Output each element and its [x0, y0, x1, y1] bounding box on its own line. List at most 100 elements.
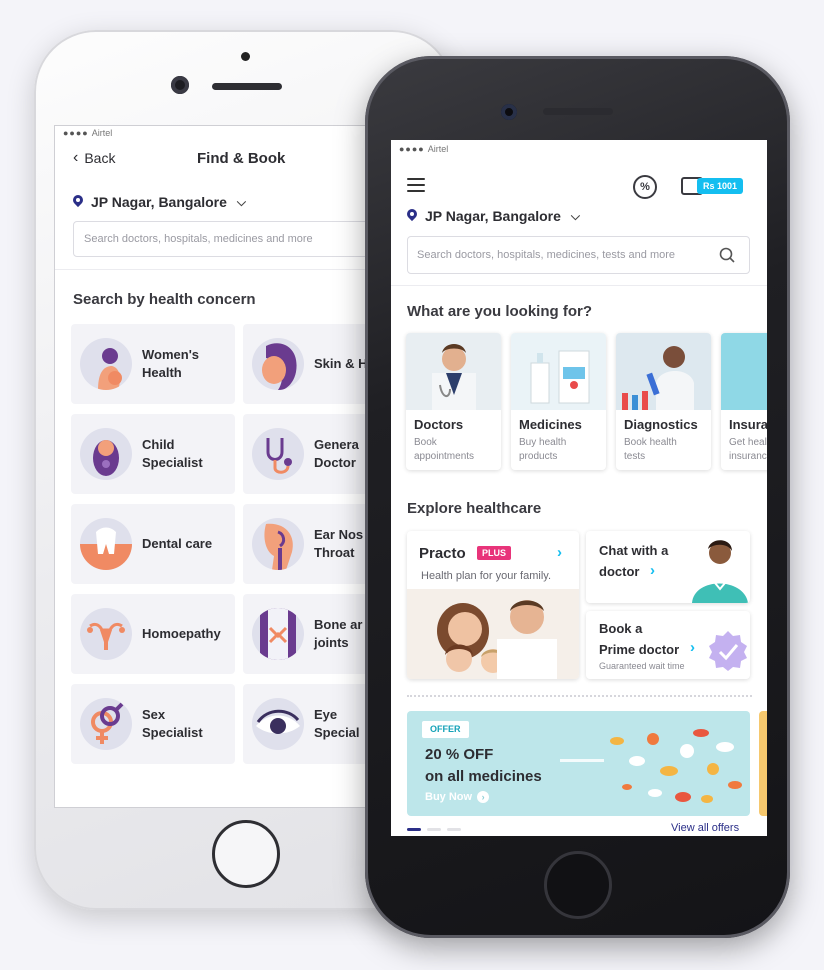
front-phone-screen: ●●●● Airtel % Rs 1001 JP Nagar, Bangalor…: [391, 140, 767, 836]
back-button[interactable]: ‹ Back: [73, 149, 115, 167]
chat-line2: doctor: [599, 564, 640, 579]
front-phone: ●●●● Airtel % Rs 1001 JP Nagar, Bangalor…: [365, 56, 790, 938]
chevron-right-icon: ›: [557, 544, 562, 561]
category-name: Diagnostics: [624, 417, 698, 432]
medicine-photo: [511, 333, 606, 410]
offer-headline: 20 % OFF: [425, 746, 494, 763]
stethoscope-icon: [252, 428, 304, 480]
concern-tile[interactable]: Homoepathy: [71, 594, 235, 674]
carousel-pager[interactable]: [407, 828, 461, 831]
concern-tile[interactable]: Child Specialist: [71, 414, 235, 494]
pager-dot-active[interactable]: [407, 828, 421, 831]
chevron-down-icon: ⌵: [236, 194, 247, 209]
bone-joint-icon: [252, 608, 304, 660]
diagnostics-photo: [616, 333, 711, 410]
buy-now-link[interactable]: Buy Now ›: [425, 791, 490, 803]
concern-label: Homoepathy: [142, 626, 221, 641]
skin-face-icon: [252, 338, 304, 390]
category-sub: Buy health products: [519, 437, 567, 462]
signal-dots: ●●●●: [63, 128, 89, 138]
pager-dot[interactable]: [447, 828, 461, 831]
search-placeholder: Search doctors, hospitals, medicines, te…: [417, 249, 676, 261]
concern-tile[interactable]: Women's Health: [71, 324, 235, 404]
location-label: JP Nagar, Bangalore: [91, 194, 227, 210]
concern-label: Genera Doctor: [314, 437, 359, 470]
location-label: JP Nagar, Bangalore: [425, 208, 561, 224]
concern-label: Skin & H: [314, 356, 368, 371]
looking-title: What are you looking for?: [407, 303, 593, 320]
decorative-bar: [560, 759, 604, 762]
gender-symbol-icon: [80, 698, 132, 750]
wallet-balance-badge[interactable]: Rs 1001: [697, 178, 744, 194]
category-card-medicines[interactable]: Medicines Buy health products: [511, 333, 606, 470]
home-button[interactable]: [544, 851, 612, 919]
tooth-icon: [80, 518, 132, 570]
concern-label: Women's Health: [142, 347, 200, 380]
category-sub: Get heal insuranc: [729, 437, 767, 462]
prime-subtext: Guaranteed wait time: [599, 661, 685, 671]
hamburger-menu-icon[interactable]: [407, 178, 425, 192]
concern-label: Dental care: [142, 536, 213, 551]
offer-subheadline: on all medicines: [425, 768, 542, 785]
earpiece-speaker: [543, 108, 613, 115]
search-input[interactable]: Search doctors, hospitals, medicines and…: [73, 221, 383, 257]
front-camera: [171, 76, 189, 94]
location-selector[interactable]: JP Nagar, Bangalore ⌵: [73, 194, 246, 210]
family-photo: [407, 589, 579, 679]
status-bar: ●●●● Airtel: [391, 140, 767, 157]
offer-banner[interactable]: OFFER 20 % OFF on all medicines Buy Now …: [407, 711, 750, 816]
practo-plus-card[interactable]: Practo PLUS › Health plan for your famil…: [407, 531, 579, 679]
arrow-right-icon: ›: [477, 791, 490, 803]
prime-doctor-card[interactable]: Book a Prime doctor › Guaranteed wait ti…: [586, 611, 750, 679]
buy-now-label: Buy Now: [425, 791, 473, 803]
next-offer-peek[interactable]: [759, 711, 767, 816]
pills-image: [610, 729, 742, 803]
practo-name: Practo: [419, 545, 466, 562]
prime-line1: Book a: [599, 621, 643, 636]
chevron-right-icon: ›: [690, 639, 695, 656]
location-selector[interactable]: JP Nagar, Bangalore ⌵: [407, 208, 580, 224]
chat-with-doctor-card[interactable]: Chat with a doctor ›: [586, 531, 750, 603]
doctor-avatar-image: [692, 540, 748, 603]
verified-badge-icon: [709, 631, 747, 671]
category-name: Doctors: [414, 417, 464, 432]
category-carousel[interactable]: Doctors Book appointments Medicines Buy …: [406, 333, 767, 470]
concern-label: Bone ar joints: [314, 617, 363, 650]
concern-tile[interactable]: Dental care: [71, 504, 235, 584]
page-title: Find & Book: [197, 150, 286, 167]
location-pin-icon: [407, 209, 417, 223]
uterus-icon: [80, 608, 132, 660]
home-button[interactable]: [212, 820, 280, 888]
front-camera: [501, 104, 517, 120]
category-card-diagnostics[interactable]: Diagnostics Book health tests: [616, 333, 711, 470]
search-input[interactable]: Search doctors, hospitals, medicines, te…: [407, 236, 750, 274]
carrier-label: Airtel: [91, 128, 113, 138]
chevron-right-icon: ›: [650, 562, 655, 579]
location-pin-icon: [73, 195, 83, 209]
eye-icon: [252, 698, 304, 750]
back-label: Back: [84, 150, 116, 166]
divider: [391, 285, 767, 286]
dotted-divider: [407, 695, 752, 697]
explore-title: Explore healthcare: [407, 500, 542, 517]
earpiece-speaker: [212, 83, 282, 90]
category-sub: Book appointments: [414, 437, 475, 462]
offers-percent-icon[interactable]: %: [633, 175, 657, 199]
concern-tile[interactable]: Sex Specialist: [71, 684, 235, 764]
category-name: Medicines: [519, 417, 582, 432]
pregnant-woman-icon: [80, 338, 132, 390]
category-card-doctors[interactable]: Doctors Book appointments: [406, 333, 501, 470]
doctor-photo: [406, 333, 501, 410]
ear-nose-throat-icon: [252, 518, 304, 570]
sensor-dot: [241, 52, 250, 61]
signal-dots: ●●●●: [399, 143, 425, 154]
section-title: Search by health concern: [73, 291, 256, 308]
practo-tagline: Health plan for your family.: [421, 570, 552, 582]
category-card-insurance[interactable]: Insura Get heal insuranc: [721, 333, 767, 470]
view-all-offers-link[interactable]: View all offers: [671, 822, 739, 834]
top-bar: % Rs 1001: [391, 157, 767, 212]
pager-dot[interactable]: [427, 828, 441, 831]
search-icon[interactable]: [719, 247, 735, 263]
category-sub: Book health tests: [624, 437, 677, 462]
prime-line2: Prime doctor: [599, 642, 680, 657]
